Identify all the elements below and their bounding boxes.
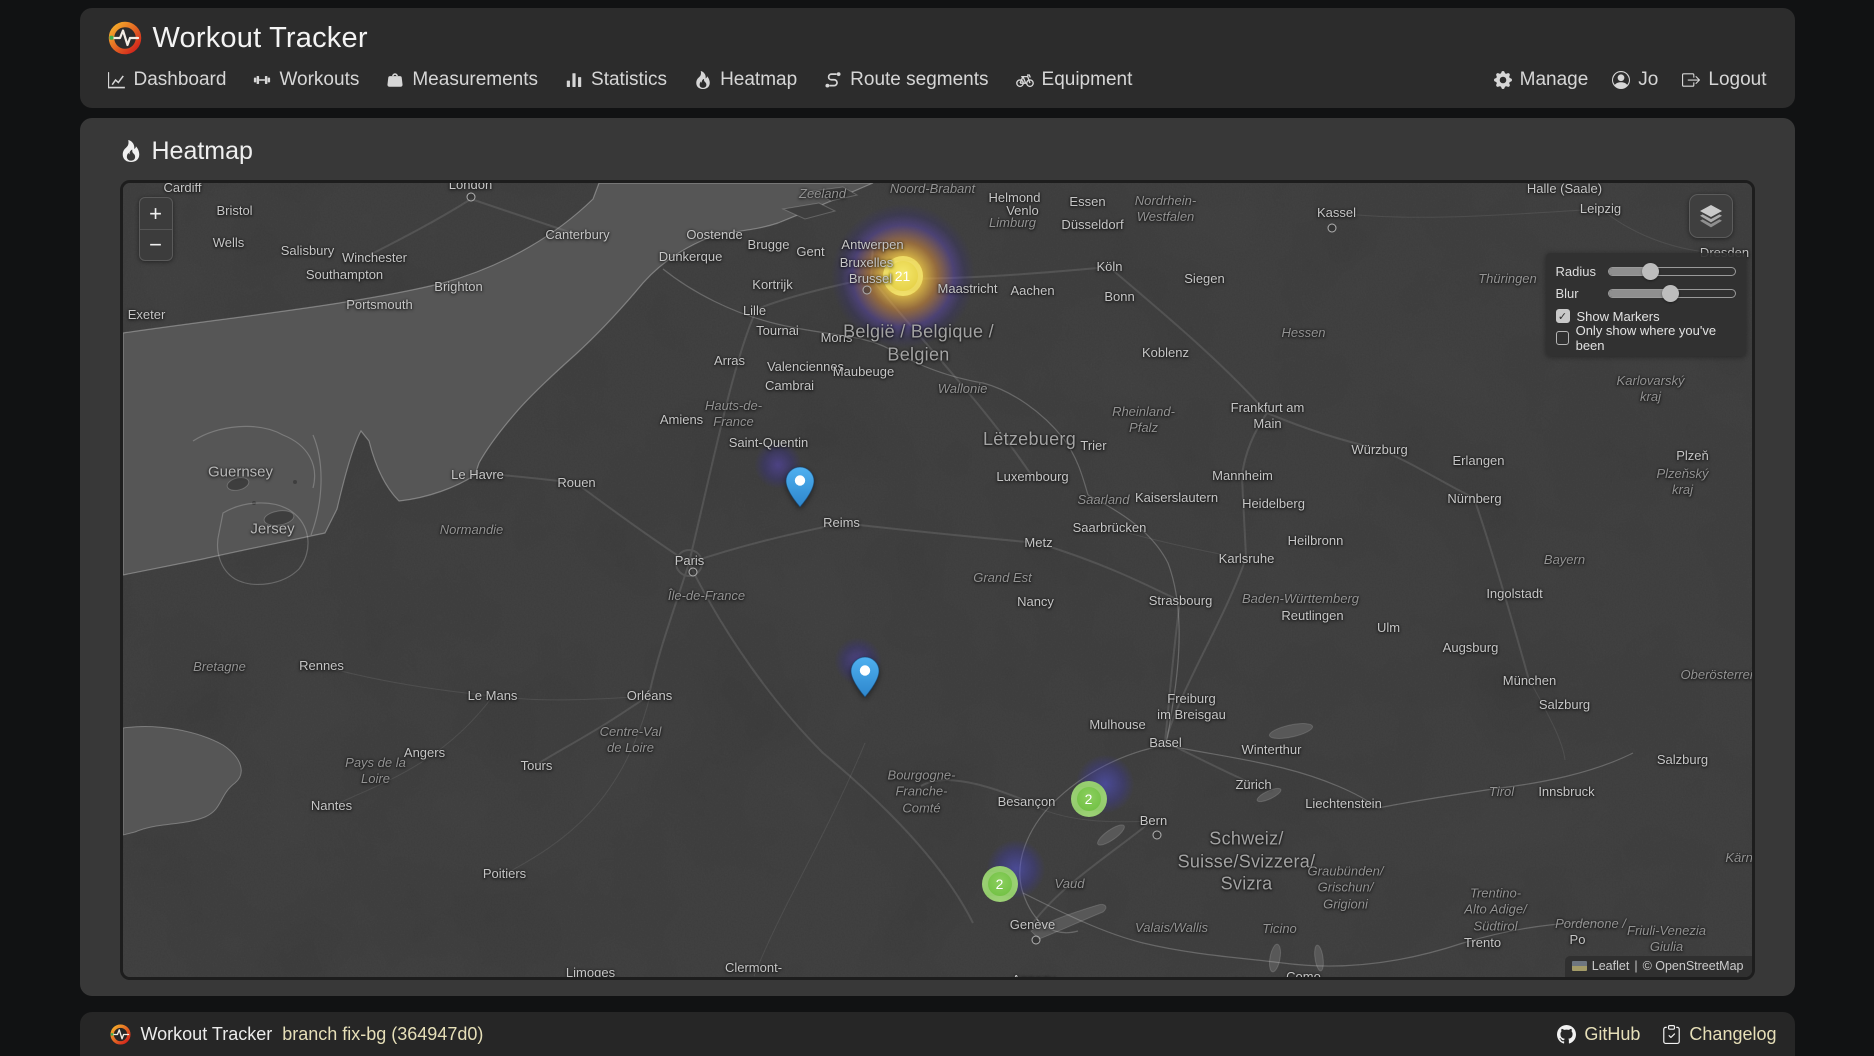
blur-label: Blur <box>1556 286 1600 301</box>
leaflet-flag-icon <box>1572 961 1587 971</box>
map-pin-marker[interactable] <box>850 656 880 698</box>
heatmap-card: Heatmap <box>80 118 1795 996</box>
heatmap-settings-panel: Radius Blur ✓ <box>1546 253 1746 356</box>
nav-bar: Dashboard Workouts Measurements Statistics H… <box>108 60 1767 100</box>
nav-item-equipment[interactable]: Equipment <box>1016 69 1133 91</box>
attribution-separator: | <box>1634 959 1637 973</box>
blur-slider[interactable] <box>1608 289 1736 298</box>
footer-brand: Workout Tracker <box>141 1024 273 1045</box>
zoom-out-button[interactable]: − <box>140 229 172 260</box>
route-icon <box>824 71 842 89</box>
cluster-count: 21 <box>895 268 911 284</box>
map-attribution: Leaflet | © OpenStreetMap <box>1565 956 1752 977</box>
nav-item-label: Workouts <box>279 69 359 91</box>
show-markers-checkbox[interactable]: ✓ <box>1556 309 1570 323</box>
github-icon <box>1557 1025 1576 1044</box>
header: Workout Tracker Dashboard Workouts Measure… <box>80 8 1795 108</box>
nav-left: Dashboard Workouts Measurements Statistics H… <box>108 69 1133 91</box>
nav-item-label: Measurements <box>412 69 538 91</box>
flame-icon <box>120 140 142 162</box>
zoom-in-button[interactable]: + <box>140 198 172 229</box>
footer-link-label: Changelog <box>1689 1024 1776 1045</box>
nav-item-workouts[interactable]: Workouts <box>253 69 359 91</box>
nav-item-dashboard[interactable]: Dashboard <box>108 69 227 91</box>
nav-item-label: Route segments <box>850 69 988 91</box>
bicycle-icon <box>1016 71 1034 89</box>
nav-right: Manage Jo Logout <box>1494 69 1767 91</box>
leaflet-link[interactable]: Leaflet <box>1592 959 1630 973</box>
nav-item-route-segments[interactable]: Route segments <box>824 69 988 91</box>
weight-icon <box>386 71 404 89</box>
radius-row: Radius <box>1556 260 1736 282</box>
nav-item-label: Equipment <box>1042 69 1133 91</box>
app-title: Workout Tracker <box>153 22 368 55</box>
only-show-row[interactable]: Only show where you've been <box>1556 328 1736 348</box>
nav-item-label: Jo <box>1638 69 1658 91</box>
chart-line-icon <box>108 71 126 89</box>
nav-item-label: Statistics <box>591 69 667 91</box>
heat-cluster-marker[interactable]: 21 <box>883 256 923 296</box>
nav-item-profile[interactable]: Jo <box>1612 69 1658 91</box>
footer-version-link[interactable]: branch fix-bg (364947d0) <box>282 1024 483 1045</box>
footer-logo-icon <box>110 1024 131 1045</box>
radius-slider[interactable] <box>1608 267 1736 276</box>
blur-slider-fill <box>1609 290 1671 297</box>
only-show-label: Only show where you've been <box>1576 323 1736 353</box>
logout-icon <box>1682 71 1700 89</box>
nav-item-manage[interactable]: Manage <box>1494 69 1589 91</box>
layers-icon <box>1698 203 1724 229</box>
page-title-text: Heatmap <box>152 137 253 166</box>
footer: Workout Tracker branch fix-bg (364947d0)… <box>80 1012 1795 1056</box>
page: Workout Tracker Dashboard Workouts Measure… <box>80 0 1795 1056</box>
footer-link-changelog[interactable]: Changelog <box>1662 1024 1776 1045</box>
cluster-marker[interactable]: 2 <box>982 866 1018 902</box>
bar-chart-icon <box>565 71 583 89</box>
nav-item-label: Manage <box>1520 69 1589 91</box>
nav-item-measurements[interactable]: Measurements <box>386 69 538 91</box>
flame-icon <box>694 71 712 89</box>
footer-links: GitHub Changelog <box>1557 1024 1776 1045</box>
map-layers-button[interactable] <box>1689 194 1733 238</box>
gear-icon <box>1494 71 1512 89</box>
nav-item-label: Heatmap <box>720 69 797 91</box>
nav-item-label: Logout <box>1708 69 1766 91</box>
nav-item-logout[interactable]: Logout <box>1682 69 1766 91</box>
openstreetmap-link[interactable]: © OpenStreetMap <box>1643 959 1744 973</box>
map-pin-marker[interactable] <box>785 466 815 508</box>
person-circle-icon <box>1612 71 1630 89</box>
footer-link-label: GitHub <box>1584 1024 1640 1045</box>
page-title: Heatmap <box>120 132 1755 170</box>
clipboard-check-icon <box>1662 1025 1681 1044</box>
cluster-count: 2 <box>996 876 1004 892</box>
radius-label: Radius <box>1556 264 1600 279</box>
footer-link-github[interactable]: GitHub <box>1557 1024 1640 1045</box>
nav-item-heatmap[interactable]: Heatmap <box>694 69 797 91</box>
radius-slider-thumb[interactable] <box>1642 263 1659 280</box>
cluster-marker[interactable]: 2 <box>1071 781 1107 817</box>
dumbbell-icon <box>253 71 271 89</box>
app-logo-icon[interactable] <box>108 21 142 55</box>
title-row: Workout Tracker <box>108 16 1767 60</box>
show-markers-label: Show Markers <box>1577 309 1660 324</box>
map-zoom-control: + − <box>139 197 173 261</box>
nav-item-label: Dashboard <box>134 69 227 91</box>
only-show-checkbox[interactable] <box>1556 331 1569 345</box>
blur-slider-thumb[interactable] <box>1662 285 1679 302</box>
map[interactable]: 2122 CardiffLondonBristolWellsSalisburyW… <box>120 180 1755 980</box>
blur-row: Blur <box>1556 282 1736 304</box>
cluster-count: 2 <box>1085 791 1093 807</box>
map-markers-layer: 21 2 2 <box>123 183 1752 977</box>
nav-item-statistics[interactable]: Statistics <box>565 69 667 91</box>
